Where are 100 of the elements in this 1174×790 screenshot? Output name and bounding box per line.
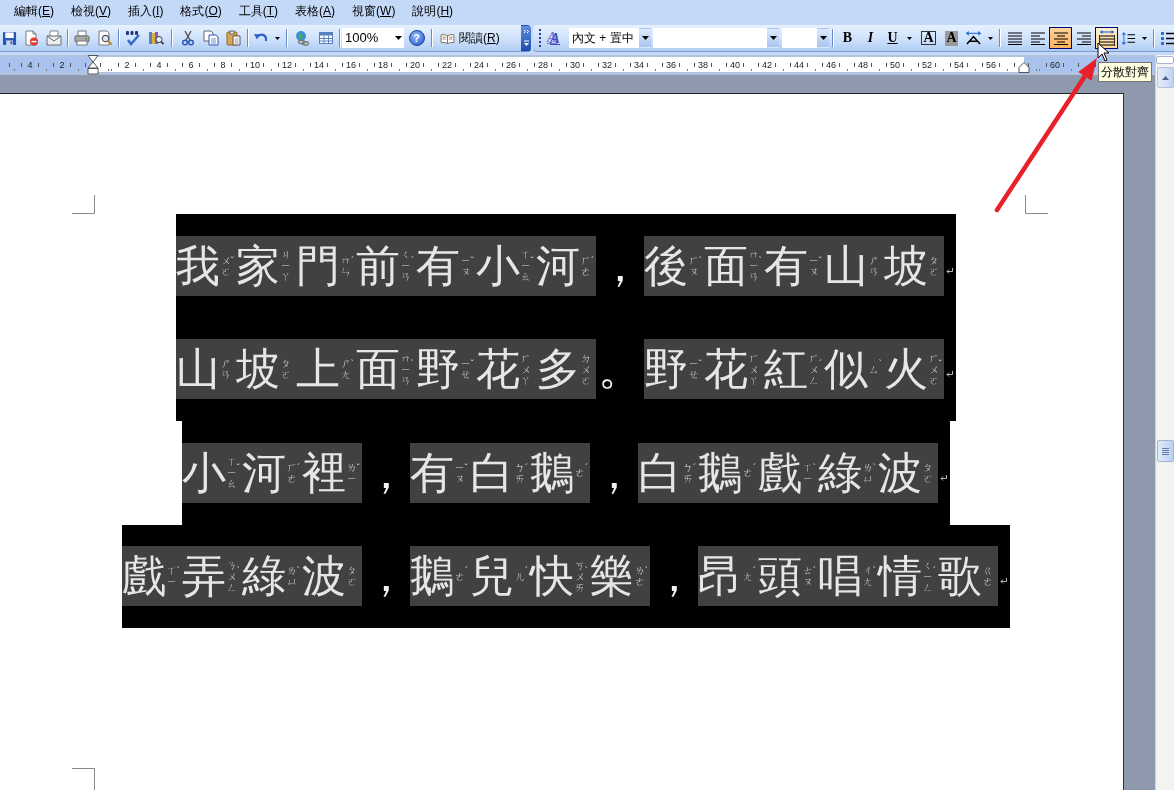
hanzi: 白 (469, 445, 514, 500)
tone-mark: ˇ (230, 256, 234, 267)
zhuyin: ㄎㄨㄞ (574, 559, 585, 593)
zoom-combo-box[interactable]: 100% (342, 28, 404, 48)
tone-mark: ˋ (872, 567, 876, 578)
zhuyin: ㄇㄧㄢ (400, 352, 411, 386)
align-center-button[interactable] (1049, 27, 1072, 49)
hanzi: 坡 (883, 238, 928, 293)
zhuyin: ㄧㄝ (688, 358, 699, 381)
menu-item[interactable]: 編輯(E) (14, 4, 54, 19)
indent-marker-icon[interactable] (87, 55, 99, 75)
character-border-button[interactable]: A (917, 27, 940, 49)
mail-icon (45, 30, 62, 46)
styles-button[interactable]: A (544, 27, 566, 49)
italic-button[interactable]: I (859, 27, 882, 49)
tone-mark: ˋ (236, 567, 240, 578)
hanzi: 小 (181, 445, 226, 500)
hanzi: 河 (241, 445, 286, 500)
zhuyin: ㄏㄨㄚ (520, 352, 531, 386)
hanzi: 上 (295, 342, 340, 397)
ruler-number: 44 (794, 59, 804, 70)
punctuation: ， (597, 238, 642, 293)
zhuyin: ㄏㄜ (286, 461, 297, 484)
paragraph-mark-icon (1000, 578, 1007, 585)
distributed-button[interactable] (1095, 27, 1118, 49)
menu-item[interactable]: 視窗(W) (352, 4, 396, 19)
underline-button[interactable]: U (882, 27, 903, 49)
punctuation: ， (651, 549, 696, 604)
menu-item[interactable]: 格式(O) (180, 4, 222, 19)
zhuyin: ㄧㄡ (454, 461, 465, 484)
menu-item[interactable]: 插入(I) (128, 4, 164, 19)
scroll-up-button[interactable] (1156, 67, 1174, 88)
menu-item[interactable]: 檢視(V) (71, 4, 112, 19)
ruler-number: 32 (602, 59, 612, 70)
corner-mark-icon (72, 768, 95, 790)
ruler-number: 38 (698, 59, 708, 70)
tone-mark: ˊ (752, 567, 756, 578)
grip-lines-icon (1161, 447, 1169, 455)
zhuyin: ㄒㄧㄠ (226, 456, 237, 490)
tone-mark: ˋ (878, 360, 882, 371)
ruler-number: 30 (570, 59, 580, 70)
zhuyin: ㄜ (454, 570, 465, 582)
bold-button[interactable]: B (836, 27, 859, 49)
ruler-number: 36 (666, 59, 676, 70)
tone-mark: ˇ (818, 256, 822, 267)
caret-icon (987, 36, 993, 40)
corner-mark-icon (72, 195, 95, 214)
zhuyin: ㄕㄤ (340, 358, 351, 381)
caret-icon (394, 36, 402, 40)
hanzi: 家 (235, 238, 280, 293)
scroll-thumb[interactable] (1156, 440, 1174, 462)
paragraph-mark-icon (946, 267, 953, 274)
hanzi: 頭 (757, 549, 802, 604)
dropdown-button[interactable] (767, 28, 779, 48)
hanzi: 戲 (121, 549, 166, 604)
tone-mark: ˋ (698, 256, 702, 267)
zhuyin: ㄉㄨㄛ (580, 352, 591, 386)
ruler-number: 12 (282, 59, 292, 70)
tone-mark: ˋ (872, 463, 876, 474)
ruler-number: 48 (858, 59, 868, 70)
tone-mark: ˊ (350, 256, 354, 267)
hanzi: 花 (475, 342, 520, 397)
align-right-icon (1076, 31, 1091, 45)
tone-mark: ˋ (644, 567, 648, 578)
hanzi: 白 (637, 445, 682, 500)
zhuyin: ㄊㄡ (802, 565, 813, 588)
hanzi: 野 (643, 342, 688, 397)
zhuyin: ㄧㄝ (460, 358, 471, 381)
dropdown-button[interactable] (639, 28, 651, 48)
hanzi: 綠 (817, 445, 862, 500)
ruler-number: 2 (124, 59, 130, 70)
indent-marker-icon[interactable] (1018, 62, 1030, 73)
ruler-number: 46 (826, 59, 836, 70)
ruler-number: 22 (442, 59, 452, 70)
tone-mark: ˋ (176, 567, 180, 578)
ruler-number: 4 (27, 59, 33, 70)
hanzi: 波 (301, 549, 346, 604)
zhuyin: ㄒㄧ (802, 461, 813, 484)
ruler-number: 60 (1050, 59, 1060, 70)
menu-item[interactable]: 表格(A) (295, 4, 336, 19)
toolbar-options-button[interactable] (521, 24, 531, 52)
zhuyin: ㄕㄢ (220, 358, 231, 381)
ruler-number: 8 (220, 59, 226, 70)
zhuyin: ㄒㄧ (166, 565, 177, 588)
caret-icon (1141, 36, 1147, 40)
read-button[interactable]: 閱讀(R) (434, 27, 520, 49)
style-combo-box[interactable]: 內文 + 置中 (569, 28, 651, 48)
zhuyin: ㄏㄜ (580, 254, 591, 277)
tone-mark: ˇ (470, 360, 474, 371)
clipboard-icon (225, 30, 242, 46)
menu-item[interactable]: 說明(H) (412, 4, 454, 19)
dropdown-button[interactable] (817, 28, 829, 48)
ruler-number: 40 (730, 59, 740, 70)
ruler-number: 14 (314, 59, 324, 70)
ruler-number: 42 (762, 59, 772, 70)
menu-item[interactable]: 工具(T) (238, 4, 279, 19)
paragraph-mark-icon (940, 474, 947, 481)
tone-mark: ˊ (692, 463, 696, 474)
hanzi: 紅 (763, 342, 808, 397)
zhuyin: ㄏㄡ (688, 254, 699, 277)
